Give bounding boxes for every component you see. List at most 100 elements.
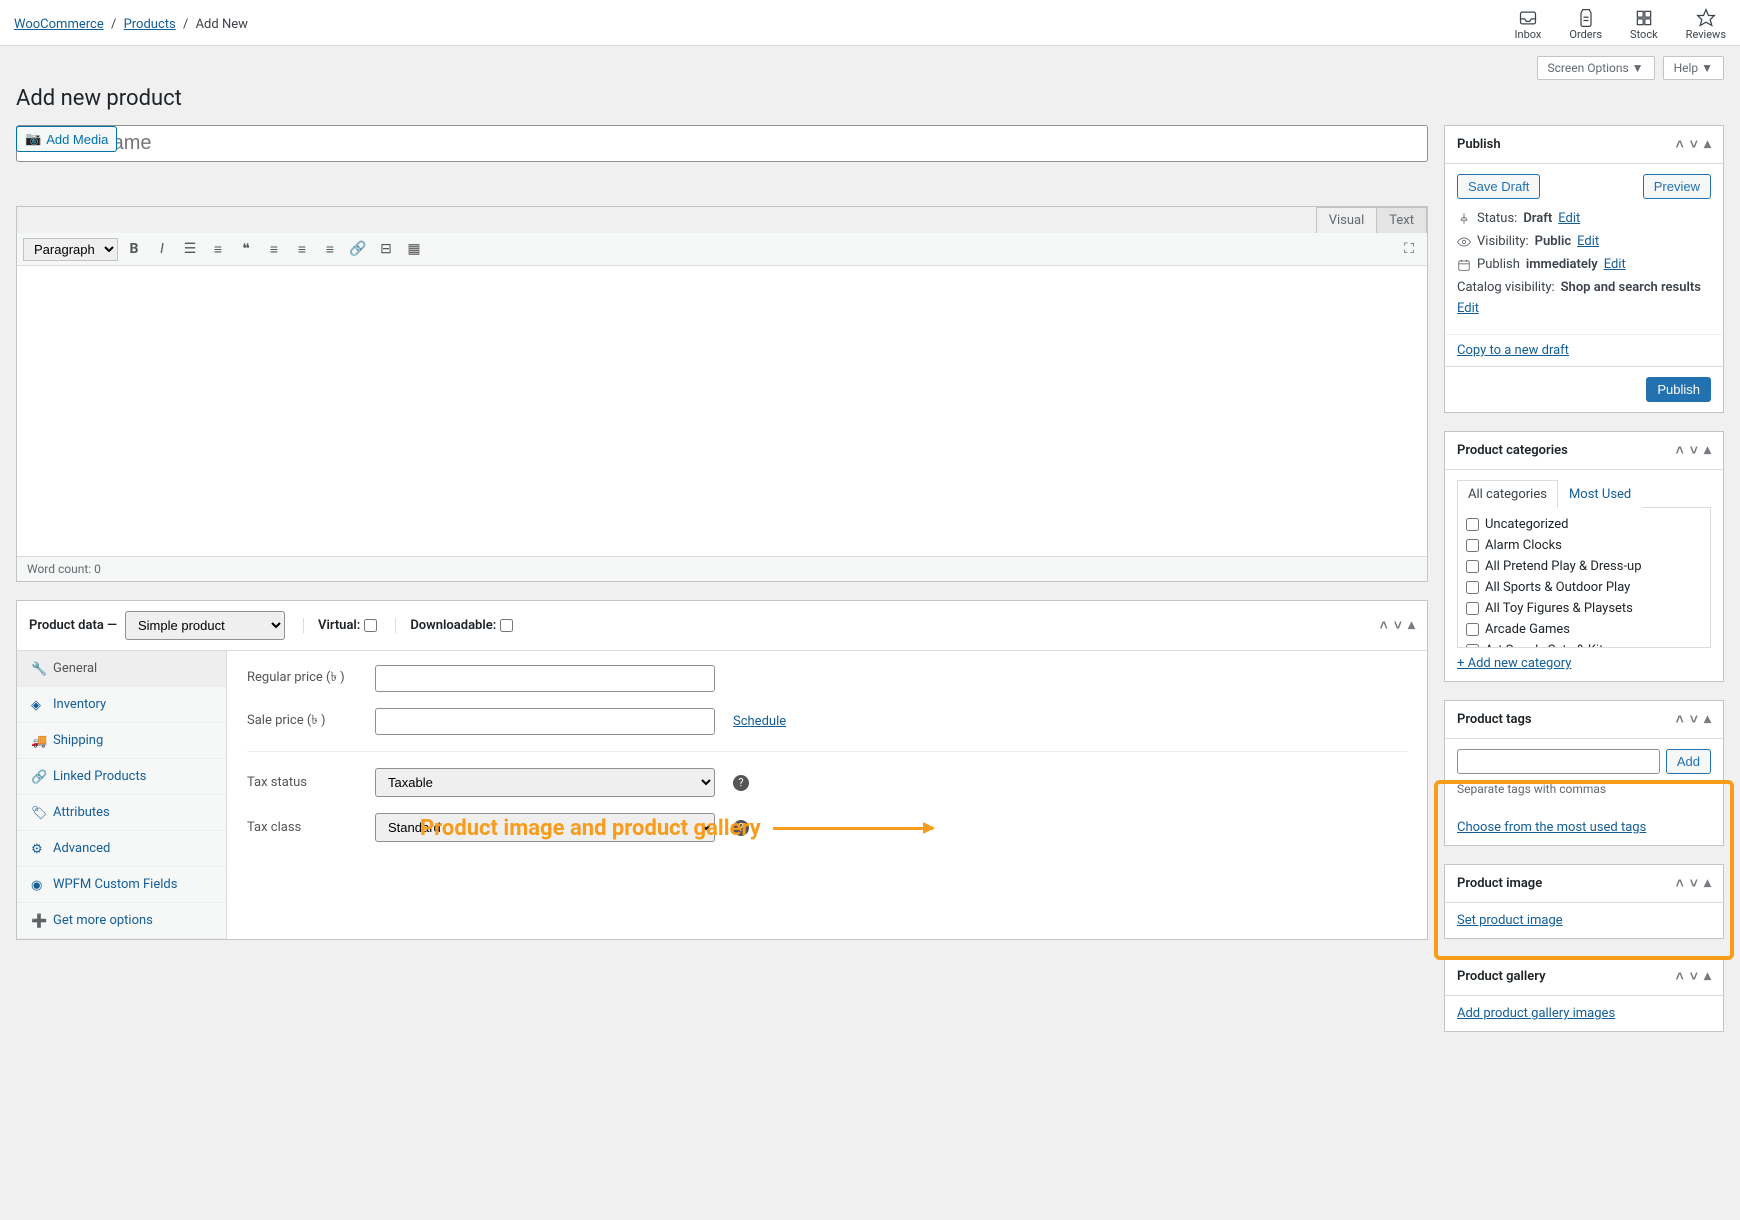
chevron-up-icon[interactable]: ˄ [1676,136,1684,153]
tag-icon: 🏷 [31,806,45,820]
eye-icon [1457,235,1471,249]
tax-status-select[interactable]: Taxable [375,768,715,797]
preview-button[interactable]: Preview [1643,174,1711,199]
tab-inventory[interactable]: ◈Inventory [17,687,226,723]
align-center-icon[interactable]: ≡ [290,237,314,261]
chevron-up-icon[interactable]: ˄ [1676,442,1684,459]
schedule-link[interactable]: Schedule [733,714,786,729]
help-button[interactable]: Help ▼ [1663,56,1724,80]
add-category-link[interactable]: + Add new category [1457,656,1571,671]
align-right-icon[interactable]: ≡ [318,237,342,261]
add-gallery-images-link[interactable]: Add product gallery images [1457,1006,1615,1021]
stock-button[interactable]: Stock [1630,8,1658,41]
regular-price-input[interactable] [375,665,715,692]
tab-attributes[interactable]: 🏷Attributes [17,795,226,831]
bold-icon[interactable]: B [122,237,146,261]
downloadable-checkbox[interactable]: Downloadable: [395,618,513,633]
list-item[interactable]: Uncategorized [1464,514,1704,535]
gear-icon: ⚙ [31,842,45,856]
tab-wpfm[interactable]: ◉WPFM Custom Fields [17,867,226,903]
quote-icon[interactable]: ❝ [234,237,258,261]
bullet-list-icon[interactable]: ☰ [178,237,202,261]
reviews-button[interactable]: Reviews [1686,8,1726,41]
toolbar-toggle-icon[interactable]: ▦ [402,237,426,261]
inbox-button[interactable]: Inbox [1515,8,1542,41]
list-item[interactable]: Art Supply Sets & Kits [1464,640,1704,648]
publish-button[interactable]: Publish [1646,377,1711,402]
link-chain-icon: 🔗 [31,770,45,784]
categories-title: Product categories [1457,443,1568,458]
add-media-button[interactable]: 📷 Add Media [16,126,117,152]
editor-content[interactable] [17,266,1427,556]
edit-catalog-link[interactable]: Edit [1457,301,1479,316]
list-item[interactable]: Alarm Clocks [1464,535,1704,556]
tax-status-label: Tax status [247,775,357,790]
tab-text[interactable]: Text [1376,207,1427,233]
calendar-icon [1457,258,1471,272]
list-item[interactable]: Arcade Games [1464,619,1704,640]
page-title: Add new product [16,86,1724,111]
save-draft-button[interactable]: Save Draft [1457,174,1540,199]
italic-icon[interactable]: I [150,237,174,261]
ordered-list-icon[interactable]: ≡ [206,237,230,261]
readmore-icon[interactable]: ⊟ [374,237,398,261]
edit-visibility-link[interactable]: Edit [1577,234,1599,249]
collapse-icon[interactable]: ▴ [1408,617,1415,634]
link-icon[interactable]: 🔗 [346,237,370,261]
tab-more[interactable]: ➕Get more options [17,903,226,939]
fields-icon: ◉ [31,878,45,892]
cat-tab-all[interactable]: All categories [1457,480,1558,508]
category-list[interactable]: Uncategorized Alarm Clocks All Pretend P… [1457,508,1711,648]
edit-status-link[interactable]: Edit [1558,211,1580,226]
orders-icon [1576,8,1596,28]
virtual-checkbox[interactable]: Virtual: [303,618,377,633]
tab-advanced[interactable]: ⚙Advanced [17,831,226,867]
chevron-down-icon[interactable]: ˅ [1690,136,1698,153]
sale-price-label: Sale price (৳ ) [247,711,357,732]
pin-icon [1457,212,1471,226]
format-select[interactable]: Paragraph [23,238,118,261]
product-type-select[interactable]: Simple product [125,611,285,640]
tags-input[interactable] [1457,749,1660,774]
tab-general[interactable]: 🔧General [17,651,226,687]
tab-shipping[interactable]: 🚚Shipping [17,723,226,759]
chevron-down-icon[interactable]: ˅ [1690,442,1698,459]
stock-icon [1634,8,1654,28]
tab-linked[interactable]: 🔗Linked Products [17,759,226,795]
chevron-down-icon[interactable]: ˅ [1690,711,1698,728]
reviews-icon [1696,8,1716,28]
collapse-icon[interactable]: ▴ [1704,711,1711,728]
list-item[interactable]: All Pretend Play & Dress-up [1464,556,1704,577]
breadcrumb-woocommerce[interactable]: WooCommerce [14,17,104,32]
edit-publish-link[interactable]: Edit [1604,257,1626,272]
product-name-input[interactable] [16,125,1428,162]
chevron-down-icon[interactable]: ˅ [1690,968,1698,985]
cat-tab-mostused[interactable]: Most Used [1558,480,1642,508]
help-icon[interactable]: ? [733,775,749,791]
chevron-up-icon[interactable]: ˄ [1676,968,1684,985]
tab-visual[interactable]: Visual [1316,207,1378,233]
help-icon[interactable]: ? [733,820,749,836]
breadcrumb-current: Add New [196,17,248,32]
chevron-up-icon[interactable]: ˄ [1676,711,1684,728]
align-left-icon[interactable]: ≡ [262,237,286,261]
chevron-up-icon[interactable]: ˄ [1380,617,1388,634]
collapse-icon[interactable]: ▴ [1704,968,1711,985]
add-tag-button[interactable]: Add [1666,749,1711,774]
copy-draft-link[interactable]: Copy to a new draft [1457,343,1569,358]
word-count: Word count: 0 [17,556,1427,581]
orders-button[interactable]: Orders [1569,8,1602,41]
collapse-icon[interactable]: ▴ [1704,136,1711,153]
media-icon: 📷 [25,131,41,147]
list-item[interactable]: All Sports & Outdoor Play [1464,577,1704,598]
sale-price-input[interactable] [375,708,715,735]
fullscreen-icon[interactable]: ⛶ [1397,237,1421,261]
collapse-icon[interactable]: ▴ [1704,442,1711,459]
list-item[interactable]: All Toy Figures & Playsets [1464,598,1704,619]
breadcrumb-products[interactable]: Products [124,17,176,32]
chevron-down-icon[interactable]: ˅ [1394,617,1402,634]
screen-options-button[interactable]: Screen Options ▼ [1537,56,1655,80]
regular-price-label: Regular price (৳ ) [247,668,357,689]
tax-class-select[interactable]: Standard [375,813,715,842]
inventory-icon: ◈ [31,698,45,712]
